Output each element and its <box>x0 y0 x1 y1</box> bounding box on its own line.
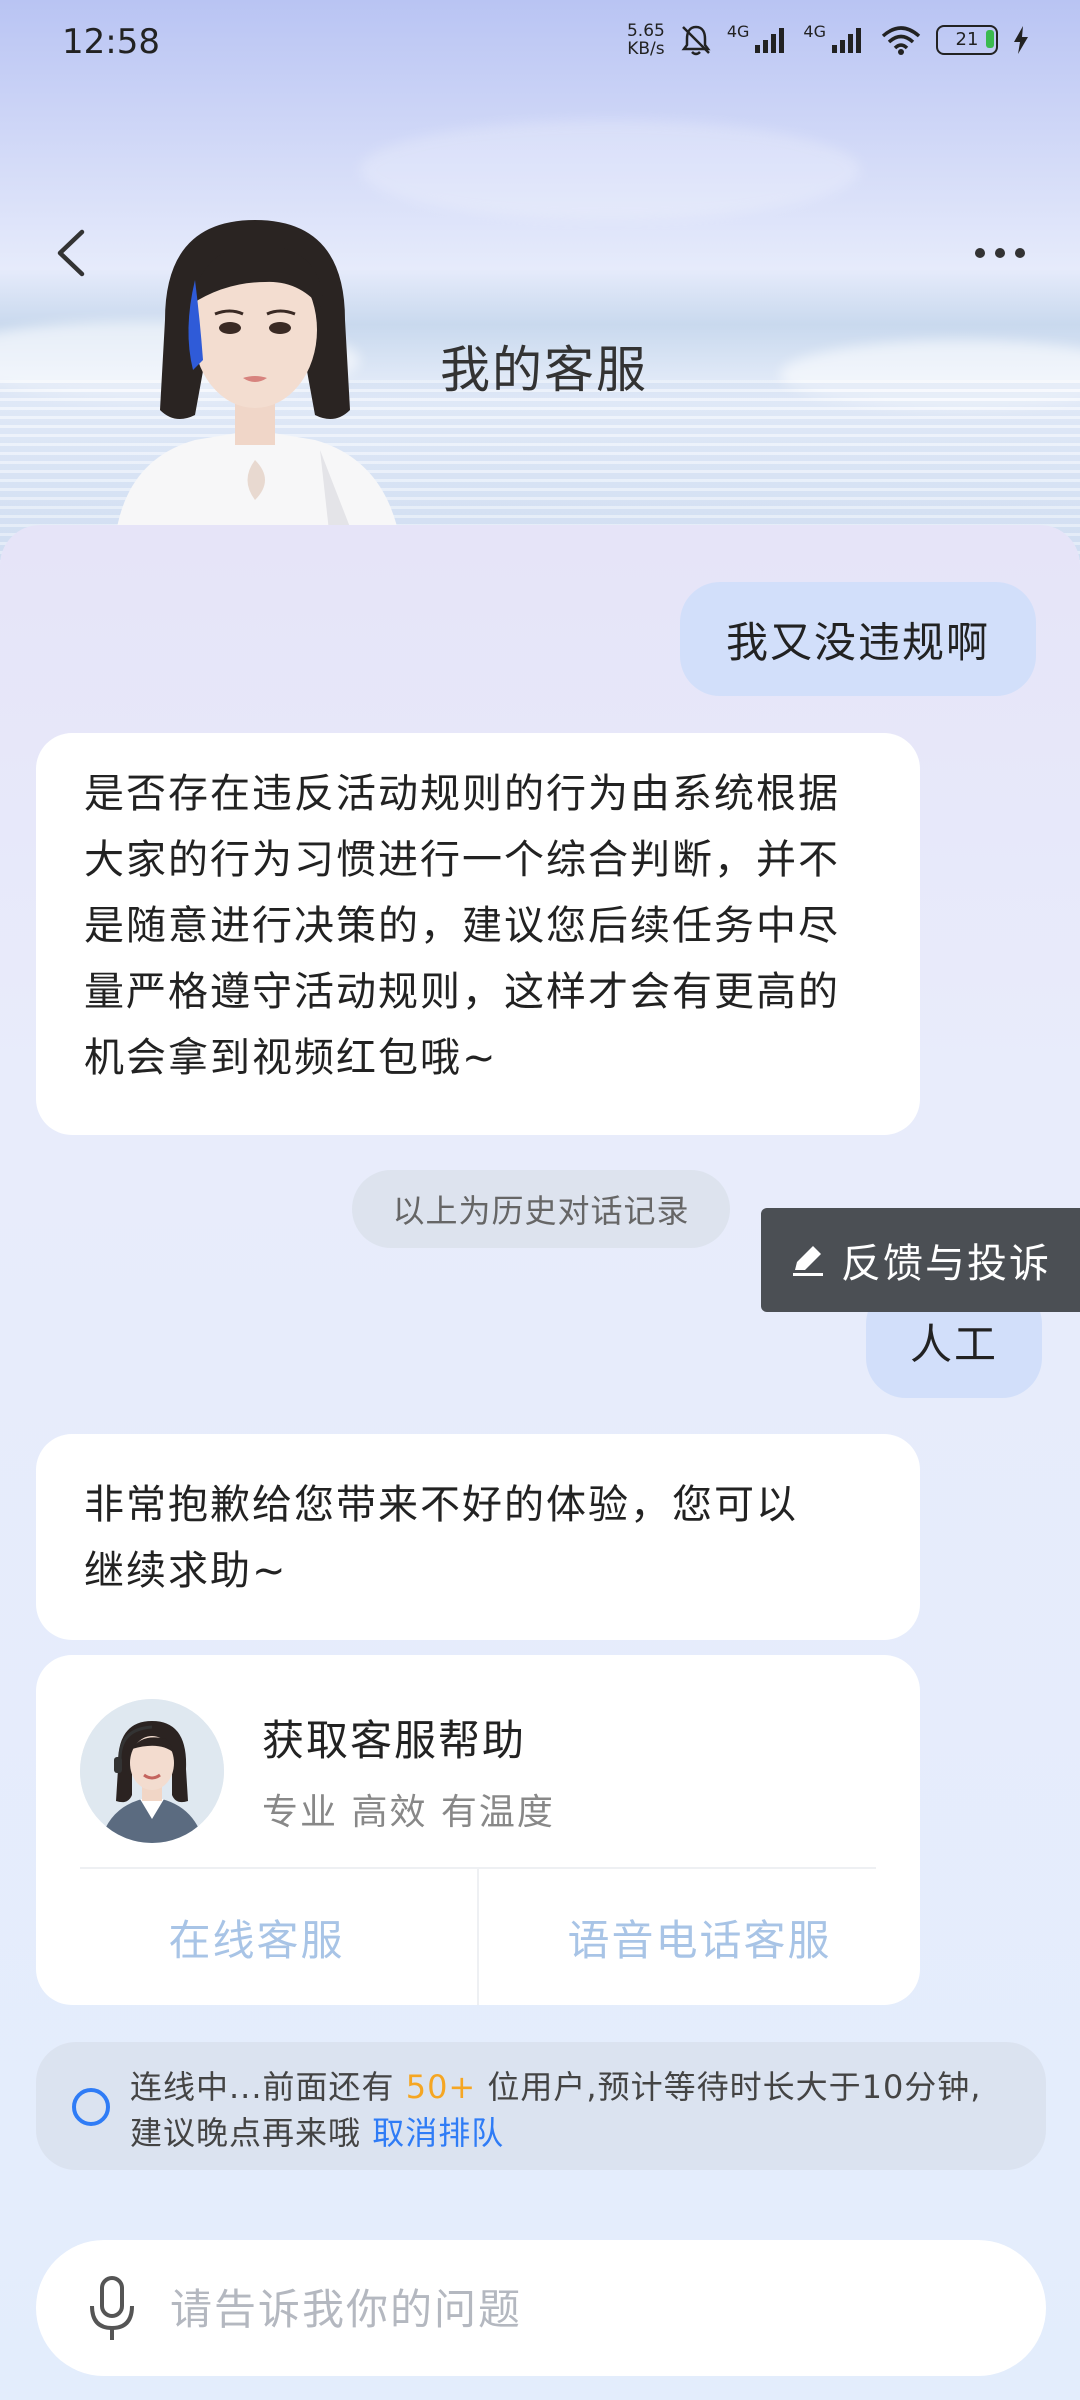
wifi-icon <box>881 26 921 55</box>
loading-spinner-icon <box>72 2088 110 2126</box>
signal-icon-2 <box>832 28 861 53</box>
page-title: 我的客服 <box>440 341 648 399</box>
card-subtitle: 专业 高效 有温度 <box>262 1792 555 1833</box>
chat-input[interactable] <box>168 2270 1012 2348</box>
more-options-icon[interactable] <box>970 238 1030 268</box>
bot-message-line: 是否存在违反活动规则的行为由系统根据 <box>84 771 840 817</box>
battery-level: 21 <box>955 29 979 50</box>
microphone-icon[interactable] <box>82 2274 142 2344</box>
assistant-avatar <box>115 220 400 540</box>
bot-message-bubble: 是否存在违反活动规则的行为由系统根据 大家的行为习惯进行一个综合判断，并不 是随… <box>36 733 920 1135</box>
bot-message-line: 量严格遵守活动规则，这样才会有更高的 <box>84 969 840 1015</box>
user-message-text: 我又没违规啊 <box>726 617 991 667</box>
queue-count: 50+ <box>405 2068 477 2106</box>
bot-message-line: 大家的行为习惯进行一个综合判断，并不 <box>84 837 840 883</box>
battery-indicator: 21 <box>936 25 998 55</box>
customer-service-card: 获取客服帮助 专业 高效 有温度 在线客服 语音电话客服 <box>36 1655 920 2005</box>
online-service-button[interactable]: 在线客服 <box>36 1869 477 2005</box>
status-time: 12:58 <box>62 22 160 62</box>
network-type-1: 4G <box>726 22 750 41</box>
bot-message-line: 机会拿到视频红包哦~ <box>84 1035 498 1081</box>
mute-bell-icon <box>681 25 711 56</box>
queue-prefix: 连线中...前面还有 <box>130 2068 406 2106</box>
status-bar: 12:58 5.65 KB/s 4G 4G 21 <box>0 0 1080 90</box>
chat-input-bar <box>36 2240 1046 2376</box>
network-speed-value: 5.65 <box>626 21 665 41</box>
agent-avatar <box>80 1699 224 1843</box>
queue-status: 连线中...前面还有 50+ 位用户,预计等待时长大于10分钟,建议晚点再来哦 … <box>36 2042 1046 2170</box>
bot-message-line: 继续求助~ <box>84 1548 288 1594</box>
network-type-2: 4G <box>803 22 826 41</box>
feedback-label: 反馈与投诉 <box>841 1241 1051 1287</box>
network-speed: 5.65 KB/s <box>627 22 665 58</box>
signal-icon <box>755 28 785 53</box>
history-divider: 以上为历史对话记录 <box>352 1170 730 1248</box>
bot-message-bubble-2: 非常抱歉给您带来不好的体验，您可以 继续求助~ <box>36 1434 920 1640</box>
bot-message-line: 非常抱歉给您带来不好的体验，您可以 <box>84 1482 798 1528</box>
charging-icon <box>1014 26 1028 54</box>
voice-call-service-button[interactable]: 语音电话客服 <box>479 1869 920 2005</box>
network-speed-unit: KB/s <box>627 39 665 59</box>
user-message-bubble: 我又没违规啊 <box>680 582 1037 696</box>
user-message-text-2: 人工 <box>910 1319 999 1369</box>
bot-message-line: 是随意进行决策的，建议您后续任务中尽 <box>84 903 840 949</box>
feedback-button[interactable]: 反馈与投诉 <box>761 1208 1080 1312</box>
status-icons: 5.65 KB/s 4G 4G 21 <box>627 22 1030 58</box>
cancel-queue-link[interactable]: 取消排队 <box>372 2114 504 2152</box>
back-arrow-icon[interactable] <box>52 228 92 278</box>
edit-pencil-icon <box>793 1246 823 1276</box>
card-title: 获取客服帮助 <box>262 1716 527 1765</box>
